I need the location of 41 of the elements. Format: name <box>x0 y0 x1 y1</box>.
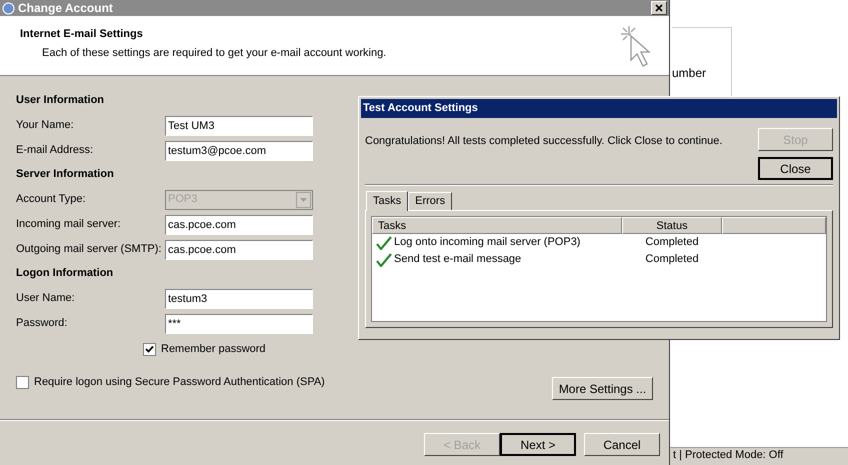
section-heading: Server Information <box>16 167 115 182</box>
task-name: Log onto incoming mail server (POP3) <box>394 235 580 250</box>
result-message: Congratulations! All tests completed successfully. Click Close to continue. <box>365 134 722 149</box>
window-title: Change Account <box>18 0 113 17</box>
field-label: Outgoing mail server (SMTP): <box>16 242 162 258</box>
field-label: Your Name: <box>16 118 75 134</box>
status-text: t | Protected Mode: Off <box>673 448 784 464</box>
field-label: Incoming mail server: <box>16 217 122 232</box>
text-field[interactable]: *** <box>165 314 313 334</box>
background-text: umber <box>672 66 706 80</box>
dialog-button[interactable]: Cancel <box>584 433 660 456</box>
text-field[interactable]: testum3@pcoe.com <box>165 140 313 160</box>
text-field[interactable]: testum3 <box>165 288 313 308</box>
column-header[interactable]: Status <box>622 217 722 234</box>
section-heading: User Information <box>16 93 106 108</box>
task-status: Completed <box>644 252 700 268</box>
text-field[interactable]: cas.pcoe.com <box>165 240 313 260</box>
field-label: User Name: <box>16 291 76 306</box>
checkbox-label: Require logon using Secure Password Authentication (SPA) <box>34 375 325 390</box>
checkbox[interactable] <box>143 342 156 356</box>
checkbox-label: Remember password <box>161 342 266 357</box>
tab[interactable]: Errors <box>408 192 452 210</box>
dialog-title: Test Account Settings <box>363 101 478 116</box>
checkbox[interactable] <box>16 376 29 389</box>
task-name: Send test e-mail message <box>394 252 522 268</box>
field-label: Account Type: <box>16 192 87 208</box>
close-button[interactable] <box>651 1 667 15</box>
field-label: Password: <box>16 316 68 332</box>
column-header[interactable]: Tasks <box>372 217 622 234</box>
more-settings-button[interactable]: More Settings ... <box>552 377 653 400</box>
text-field[interactable]: Test UM3 <box>165 116 313 136</box>
task-status: Completed <box>644 235 700 250</box>
close-icon <box>655 4 663 12</box>
header-title: Internet E-mail Settings <box>20 27 144 42</box>
field-label: E-mail Address: <box>16 143 94 158</box>
text-field[interactable]: cas.pcoe.com <box>165 214 313 234</box>
header-subtitle: Each of these settings are required to get your e-mail account working. <box>41 46 386 60</box>
dialog-button[interactable]: Close <box>758 157 833 180</box>
section-heading: Logon Information <box>16 266 114 281</box>
dialog-button[interactable]: Next > <box>500 433 576 456</box>
tab[interactable]: Tasks <box>366 191 408 211</box>
